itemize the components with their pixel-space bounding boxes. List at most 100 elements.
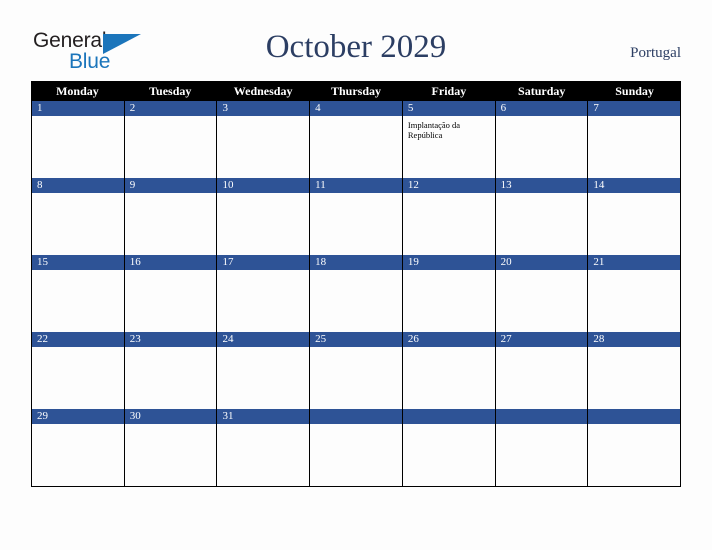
logo-text-general: General	[33, 29, 107, 52]
day-number: 23	[124, 332, 217, 347]
weekday-header-monday: Monday	[56, 83, 99, 98]
day-events	[403, 270, 495, 332]
calendar-page: General Blue October 2029 Portugal Monda…	[0, 0, 712, 550]
weekday-header-friday: Friday	[431, 83, 467, 98]
day-events	[310, 424, 402, 486]
day-number: 16	[124, 255, 217, 270]
calendar-day-cell[interactable]: 16	[124, 255, 218, 332]
calendar-day-cell[interactable]: 3	[217, 101, 311, 178]
calendar-day-cell[interactable]: 17	[217, 255, 311, 332]
calendar-day-cell[interactable]: 18	[310, 255, 403, 332]
calendar-day-cell[interactable]	[402, 409, 496, 486]
day-events	[310, 347, 402, 409]
calendar-day-cell[interactable]: 24	[217, 332, 311, 409]
day-events	[217, 116, 309, 178]
day-events	[588, 347, 680, 409]
day-number: 17	[217, 255, 310, 270]
day-number: 7	[588, 101, 681, 116]
day-number: 3	[217, 101, 310, 116]
logo-text-blue: Blue	[69, 50, 111, 73]
calendar-day-cell[interactable]	[495, 409, 589, 486]
calendar-day-cell[interactable]: 21	[588, 255, 682, 332]
calendar-day-cell[interactable]: 6	[495, 101, 589, 178]
day-number: 28	[588, 332, 681, 347]
day-events	[32, 193, 124, 255]
calendar-day-cell[interactable]: 5 Implantação da República	[402, 101, 496, 178]
calendar-week-row: 1 2 3 4 5 Implantação da República 6 7	[31, 101, 682, 178]
calendar-day-cell[interactable]: 10	[217, 178, 311, 255]
day-events	[217, 424, 309, 486]
calendar-week-row: 22 23 24 25 26 27 28	[31, 332, 682, 409]
day-events	[403, 347, 495, 409]
day-number: 6	[495, 101, 588, 116]
calendar-day-cell[interactable]	[588, 409, 682, 486]
calendar-day-cell[interactable]: 13	[495, 178, 589, 255]
calendar-day-cell[interactable]: 28	[588, 332, 682, 409]
day-events	[125, 424, 217, 486]
page-title: October 2029	[265, 29, 447, 65]
calendar-day-cell[interactable]: 11	[310, 178, 403, 255]
day-number: 29	[32, 409, 124, 424]
day-events	[588, 116, 680, 178]
calendar-day-cell[interactable]: 25	[310, 332, 403, 409]
day-number: 18	[310, 255, 402, 270]
country-label: Portugal	[630, 45, 681, 61]
page-header: General Blue October 2029 Portugal	[0, 0, 712, 81]
calendar-day-cell[interactable]: 20	[495, 255, 589, 332]
calendar-day-cell[interactable]: 7	[588, 101, 682, 178]
day-number: 12	[402, 178, 495, 193]
day-number	[402, 409, 495, 424]
calendar-day-cell[interactable]: 26	[402, 332, 496, 409]
calendar-day-cell[interactable]: 27	[495, 332, 589, 409]
day-events	[32, 424, 124, 486]
day-events	[217, 193, 309, 255]
calendar-day-cell[interactable]: 15	[32, 255, 125, 332]
calendar-day-cell[interactable]: 31	[217, 409, 311, 486]
calendar-day-cell[interactable]: 1	[32, 101, 125, 178]
day-number: 4	[310, 101, 402, 116]
day-number: 5	[402, 101, 495, 116]
calendar-day-cell[interactable]: 29	[32, 409, 125, 486]
calendar-day-cell[interactable]: 14	[588, 178, 682, 255]
day-number	[588, 409, 681, 424]
day-events	[496, 424, 588, 486]
day-number: 2	[124, 101, 217, 116]
day-events	[310, 270, 402, 332]
day-number: 13	[495, 178, 588, 193]
calendar-day-cell[interactable]: 23	[124, 332, 218, 409]
day-number: 30	[124, 409, 217, 424]
weekday-header-thursday: Thursday	[330, 83, 382, 98]
day-events	[217, 347, 309, 409]
day-number	[495, 409, 588, 424]
day-events	[496, 116, 588, 178]
calendar-day-cell[interactable]: 2	[124, 101, 218, 178]
calendar-weeks: 1 2 3 4 5 Implantação da República 6 7 8 9 10 11 12 1…	[31, 101, 682, 487]
calendar-day-cell[interactable]	[310, 409, 403, 486]
day-number: 20	[495, 255, 588, 270]
calendar-day-cell[interactable]: 4	[310, 101, 403, 178]
day-events	[217, 270, 309, 332]
day-events	[403, 193, 495, 255]
day-events	[32, 116, 124, 178]
day-events	[588, 270, 680, 332]
day-number: 11	[310, 178, 402, 193]
day-number: 15	[32, 255, 124, 270]
day-number: 25	[310, 332, 402, 347]
calendar-day-cell[interactable]: 9	[124, 178, 218, 255]
calendar-day-cell[interactable]: 8	[32, 178, 125, 255]
day-number	[310, 409, 402, 424]
calendar-day-cell[interactable]: 30	[124, 409, 218, 486]
day-number: 8	[32, 178, 124, 193]
day-number: 21	[588, 255, 681, 270]
day-events	[496, 270, 588, 332]
general-blue-logo: General Blue	[33, 30, 148, 76]
calendar-day-cell[interactable]: 19	[402, 255, 496, 332]
day-number: 14	[588, 178, 681, 193]
calendar-day-cell[interactable]: 12	[402, 178, 496, 255]
calendar-day-cell[interactable]: 22	[32, 332, 125, 409]
weekday-header-wednesday: Wednesday	[233, 83, 293, 98]
day-events	[125, 116, 217, 178]
holiday-event: Implantação da República	[407, 120, 461, 140]
calendar-week-row: 8 9 10 11 12 13 14	[31, 178, 682, 255]
day-events	[32, 347, 124, 409]
